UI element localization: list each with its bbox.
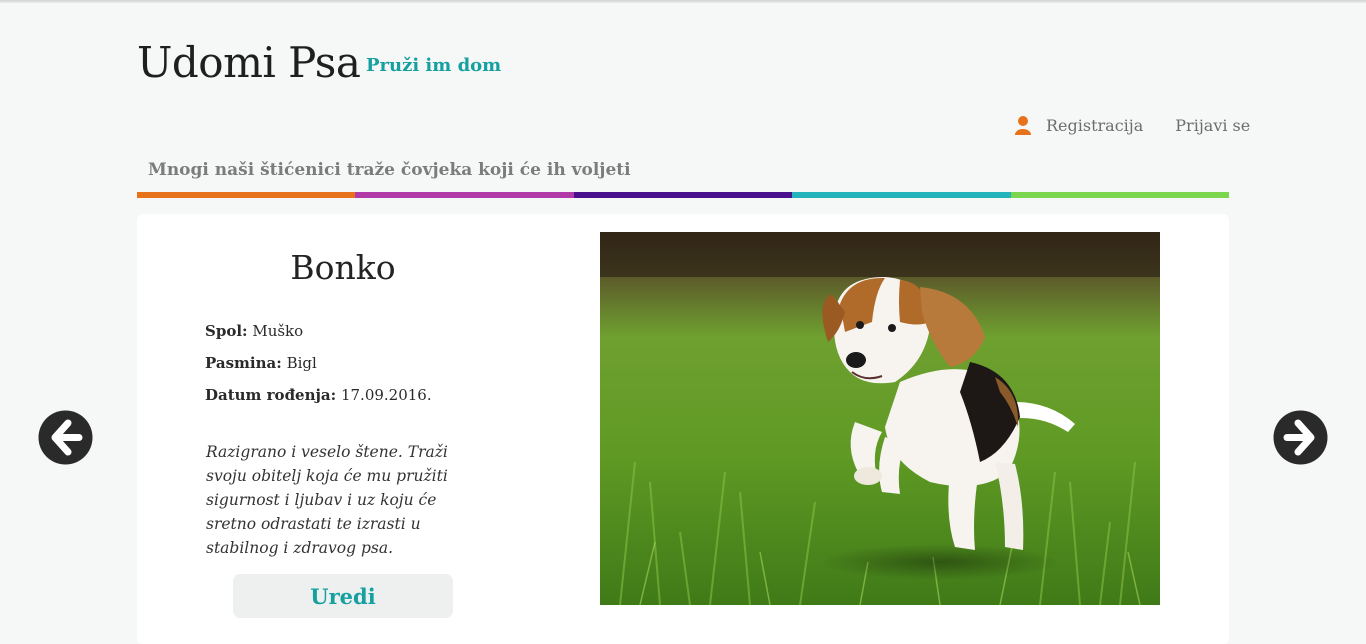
fact-row-gender: Spol: Muško (205, 320, 432, 352)
fact-label: Spol: (205, 322, 248, 340)
dog-description: Razigrano i veselo štene. Traži svoju ob… (206, 443, 448, 557)
stripe-segment (355, 192, 574, 198)
edit-button[interactable]: Uredi (233, 574, 453, 618)
stripe-segment (137, 192, 356, 198)
previous-dog-button[interactable] (38, 410, 93, 465)
login-link[interactable]: Prijavi se (1175, 116, 1250, 135)
fact-value: 17.09.2016. (340, 386, 432, 404)
fact-label: Datum rođenja: (205, 386, 337, 404)
dog-name: Bonko (290, 248, 396, 287)
next-dog-button[interactable] (1273, 410, 1328, 465)
top-shadow-line (0, 0, 1366, 3)
dog-facts: Spol: Muško Pasmina: Bigl Datum rođenja:… (205, 320, 432, 416)
register-link[interactable]: Registracija (1046, 116, 1143, 135)
fact-row-birthdate: Datum rođenja: 17.09.2016. (205, 384, 432, 416)
stripe-segment (792, 192, 1011, 198)
fact-value: Muško (252, 322, 304, 340)
fact-row-breed: Pasmina: Bigl (205, 352, 432, 384)
dog-profile-card: Bonko Spol: Muško Pasmina: Bigl Datum ro… (137, 214, 1229, 644)
site-title[interactable]: Udomi Psa (137, 38, 361, 87)
color-stripe (137, 192, 1230, 198)
beagle-photo-illustration (600, 232, 1160, 605)
arrow-right-icon (1273, 410, 1328, 465)
user-icon (1014, 115, 1032, 135)
top-nav: Registracija Prijavi se (1014, 114, 1250, 136)
dog-photo (600, 232, 1160, 605)
stripe-segment (573, 192, 793, 198)
fact-value: Bigl (286, 354, 317, 372)
arrow-left-icon (38, 410, 93, 465)
fact-label: Pasmina: (205, 354, 282, 372)
stripe-segment (1010, 192, 1230, 198)
site-tagline: Pruži im dom (366, 55, 502, 76)
page-subtitle: Mnogi naši štićenici traže čovjeka koji … (148, 160, 631, 180)
